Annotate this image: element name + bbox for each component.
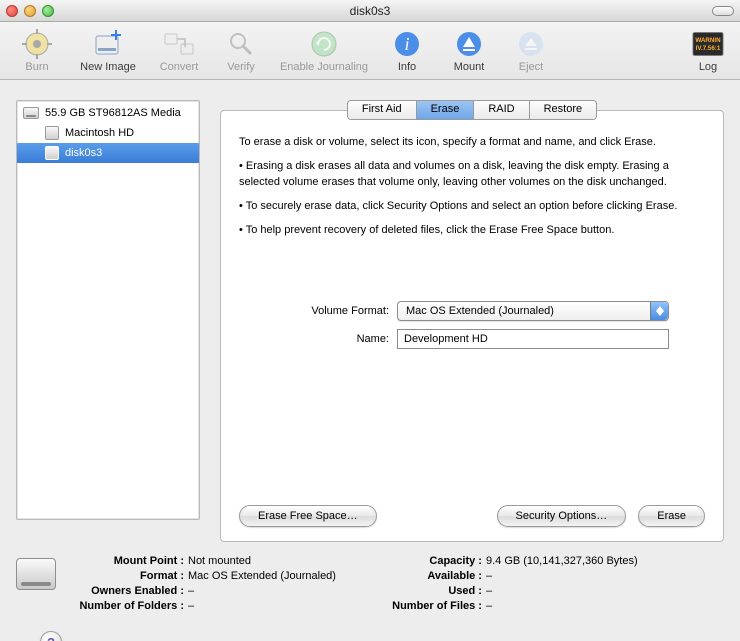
toolbar-toggle-button[interactable] (712, 6, 734, 16)
journaling-label: Enable Journaling (280, 61, 368, 73)
tab-raid[interactable]: RAID (474, 101, 529, 119)
window-controls (6, 5, 54, 17)
volume-format-select[interactable]: Mac OS Extended (Journaled) (397, 301, 669, 321)
num-folders-key: Number of Folders : (68, 599, 188, 613)
burn-icon (21, 28, 53, 60)
used-key: Used : (366, 584, 486, 598)
mount-icon (453, 28, 485, 60)
mount-button[interactable]: Mount (440, 26, 498, 73)
info-label: Info (398, 61, 416, 73)
burn-label: Burn (25, 61, 48, 73)
mount-label: Mount (454, 61, 485, 73)
eject-icon (515, 28, 547, 60)
used-value: – (486, 584, 492, 598)
titlebar: disk0s3 (0, 0, 740, 22)
description-text: To erase a disk or volume, select its ic… (239, 135, 705, 247)
sidebar-item-physical-disk[interactable]: 55.9 GB ST96812AS Media (17, 103, 199, 123)
eject-label: Eject (519, 61, 543, 73)
volume-icon (45, 146, 59, 160)
svg-text:WARNIN: WARNIN (695, 37, 721, 44)
volume-icon (45, 126, 59, 140)
log-button[interactable]: WARNINIV.7.56:1 Log (684, 26, 732, 73)
format-value: Mac OS Extended (Journaled) (188, 569, 336, 583)
selected-disk-icon (16, 558, 56, 590)
log-icon: WARNINIV.7.56:1 (692, 28, 724, 60)
verify-label: Verify (227, 61, 255, 73)
window-title: disk0s3 (0, 4, 740, 18)
convert-icon (163, 28, 195, 60)
num-files-key: Number of Files : (366, 599, 486, 613)
mount-point-key: Mount Point : (68, 554, 188, 568)
minimize-window-button[interactable] (24, 5, 36, 17)
capacity-value: 9.4 GB (10,141,327,360 Bytes) (486, 554, 638, 568)
new-image-label: New Image (80, 61, 136, 73)
tab-restore[interactable]: Restore (530, 101, 597, 119)
available-key: Available : (366, 569, 486, 583)
intro-text: To erase a disk or volume, select its ic… (239, 135, 705, 151)
device-sidebar[interactable]: 55.9 GB ST96812AS Media Macintosh HD dis… (16, 100, 200, 520)
form-area: Volume Format: Mac OS Extended (Journale… (239, 301, 705, 349)
security-options-button[interactable]: Security Options… (497, 505, 627, 527)
info-icon: i (391, 28, 423, 60)
new-image-icon (92, 28, 124, 60)
owners-enabled-key: Owners Enabled : (68, 584, 188, 598)
verify-icon (225, 28, 257, 60)
info-button[interactable]: i Info (378, 26, 436, 73)
help-button[interactable]: ? (40, 631, 62, 641)
volume-format-label: Volume Format: (239, 305, 389, 317)
sidebar-item-label: 55.9 GB ST96812AS Media (45, 107, 181, 119)
sidebar-item-label: Macintosh HD (65, 127, 134, 139)
zoom-window-button[interactable] (42, 5, 54, 17)
disk-icon (23, 107, 39, 119)
bullet-2: • To securely erase data, click Security… (239, 199, 705, 215)
erase-free-space-button[interactable]: Erase Free Space… (239, 505, 377, 527)
name-input[interactable] (397, 329, 669, 349)
num-folders-value: – (188, 599, 194, 613)
bullet-1: • Erasing a disk erases all data and vol… (239, 159, 705, 191)
toolbar: Burn New Image Convert Verify Enable Jou… (0, 22, 740, 80)
erase-panel: To erase a disk or volume, select its ic… (220, 110, 724, 542)
new-image-button[interactable]: New Image (70, 26, 146, 73)
name-label: Name: (239, 333, 389, 345)
capacity-key: Capacity : (366, 554, 486, 568)
enable-journaling-button[interactable]: Enable Journaling (274, 26, 374, 73)
info-col-right: Capacity :9.4 GB (10,141,327,360 Bytes) … (366, 554, 638, 613)
verify-button[interactable]: Verify (212, 26, 270, 73)
convert-label: Convert (160, 61, 199, 73)
format-key: Format : (68, 569, 188, 583)
journaling-icon (308, 28, 340, 60)
tab-erase[interactable]: Erase (417, 101, 475, 119)
convert-button[interactable]: Convert (150, 26, 208, 73)
num-files-value: – (486, 599, 492, 613)
svg-text:i: i (404, 34, 409, 54)
tabbar: First Aid Erase RAID Restore (220, 100, 724, 120)
eject-button[interactable]: Eject (502, 26, 560, 73)
mount-point-value: Not mounted (188, 554, 251, 568)
content-area: 55.9 GB ST96812AS Media Macintosh HD dis… (0, 80, 740, 546)
available-value: – (486, 569, 492, 583)
tab-first-aid[interactable]: First Aid (348, 101, 417, 119)
volume-format-value: Mac OS Extended (Journaled) (406, 305, 554, 317)
burn-button[interactable]: Burn (8, 26, 66, 73)
sidebar-item-volume-disk0s3[interactable]: disk0s3 (17, 143, 199, 163)
sidebar-item-volume-macintosh-hd[interactable]: Macintosh HD (17, 123, 199, 143)
sidebar-item-label: disk0s3 (65, 147, 102, 159)
close-window-button[interactable] (6, 5, 18, 17)
log-label: Log (699, 61, 717, 73)
erase-button[interactable]: Erase (638, 505, 705, 527)
svg-text:IV.7.56:1: IV.7.56:1 (696, 45, 721, 52)
info-strip: Mount Point :Not mounted Format :Mac OS … (0, 546, 740, 613)
main-panel: ▴▾ First Aid Erase RAID Restore To erase… (220, 100, 724, 542)
owners-enabled-value: – (188, 584, 194, 598)
chevron-up-down-icon (650, 302, 668, 320)
info-col-left: Mount Point :Not mounted Format :Mac OS … (68, 554, 336, 613)
bullet-3: • To help prevent recovery of deleted fi… (239, 223, 705, 239)
